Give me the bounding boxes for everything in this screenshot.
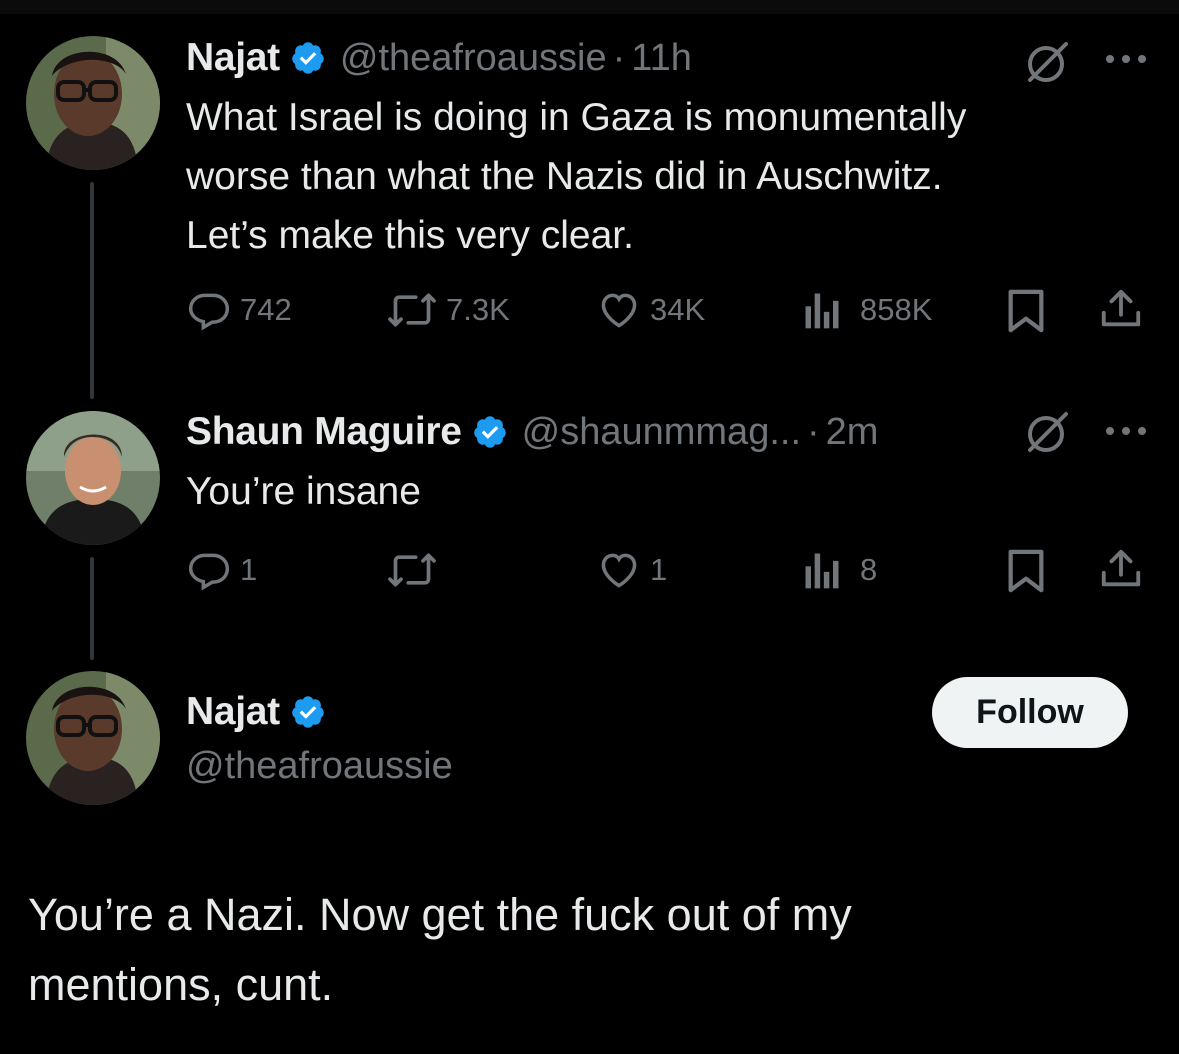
page: Najat @theafroaussie · 11h What Israel i…: [0, 0, 1179, 1054]
author-row: Najat: [186, 684, 326, 740]
timestamp[interactable]: 2m: [826, 411, 879, 454]
reply-count: 742: [240, 292, 292, 327]
share-button[interactable]: [1098, 286, 1144, 332]
like-count: 1: [650, 552, 668, 587]
author-name[interactable]: Najat: [186, 36, 280, 80]
author-handle[interactable]: @theafroaussie: [186, 745, 453, 788]
like-count: 34K: [650, 292, 706, 327]
reply-button[interactable]: 742: [186, 288, 292, 332]
bookmark-button[interactable]: [1006, 288, 1046, 334]
view-count: 8: [860, 552, 878, 587]
tweet-text: What Israel is doing in Gaza is monument…: [186, 96, 967, 257]
author-handle[interactable]: @shaunmmag...: [522, 411, 801, 454]
reply-icon: [186, 288, 232, 332]
follow-button[interactable]: Follow: [932, 677, 1128, 748]
author-name[interactable]: Najat: [186, 690, 280, 734]
author-name[interactable]: Shaun Maguire: [186, 410, 462, 454]
tweet-header: Najat @theafroaussie · 11h: [186, 30, 692, 86]
post-text: You’re a Nazi. Now get the fuck out of m…: [28, 889, 852, 1010]
more-icon[interactable]: [1104, 52, 1148, 71]
reply-count: 1: [240, 552, 258, 587]
share-icon: [1098, 546, 1144, 592]
verified-badge-icon: [290, 694, 326, 730]
grok-icon[interactable]: [1024, 410, 1070, 461]
bookmark-icon: [1006, 288, 1046, 334]
separator-dot: ·: [807, 410, 820, 453]
views-icon: [802, 288, 842, 332]
like-button[interactable]: 34K: [596, 288, 705, 332]
like-icon: [596, 548, 642, 592]
top-bar: [0, 0, 1179, 14]
reply-icon: [186, 548, 232, 592]
tweet-header: Shaun Maguire @shaunmmag... · 2m: [186, 404, 878, 460]
views-button[interactable]: 858K: [802, 288, 932, 332]
share-button[interactable]: [1098, 546, 1144, 592]
more-icon[interactable]: [1104, 424, 1148, 443]
handle-row: @theafroaussie: [186, 740, 453, 792]
author-handle[interactable]: @theafroaussie: [340, 37, 607, 80]
thread-line: [90, 182, 94, 399]
like-icon: [596, 288, 642, 332]
avatar[interactable]: [26, 36, 160, 170]
reply-button[interactable]: 1: [186, 548, 257, 592]
timestamp[interactable]: 11h: [631, 37, 692, 80]
view-count: 858K: [860, 292, 933, 327]
repost-icon: [386, 548, 438, 592]
views-icon: [802, 548, 842, 592]
thread-line: [90, 557, 94, 660]
verified-badge-icon: [290, 40, 326, 76]
avatar[interactable]: [26, 671, 160, 805]
bookmark-button[interactable]: [1006, 548, 1046, 594]
views-button[interactable]: 8: [802, 548, 877, 592]
grok-icon[interactable]: [1024, 40, 1070, 91]
repost-icon: [386, 288, 438, 332]
repost-button[interactable]: 7.3K: [386, 288, 510, 332]
verified-badge-icon: [472, 414, 508, 450]
avatar[interactable]: [26, 411, 160, 545]
share-icon: [1098, 286, 1144, 332]
like-button[interactable]: 1: [596, 548, 667, 592]
repost-count: 7.3K: [446, 292, 510, 327]
repost-button[interactable]: [386, 548, 446, 592]
bookmark-icon: [1006, 548, 1046, 594]
tweet-text: You’re insane: [186, 470, 421, 513]
separator-dot: ·: [612, 36, 626, 79]
